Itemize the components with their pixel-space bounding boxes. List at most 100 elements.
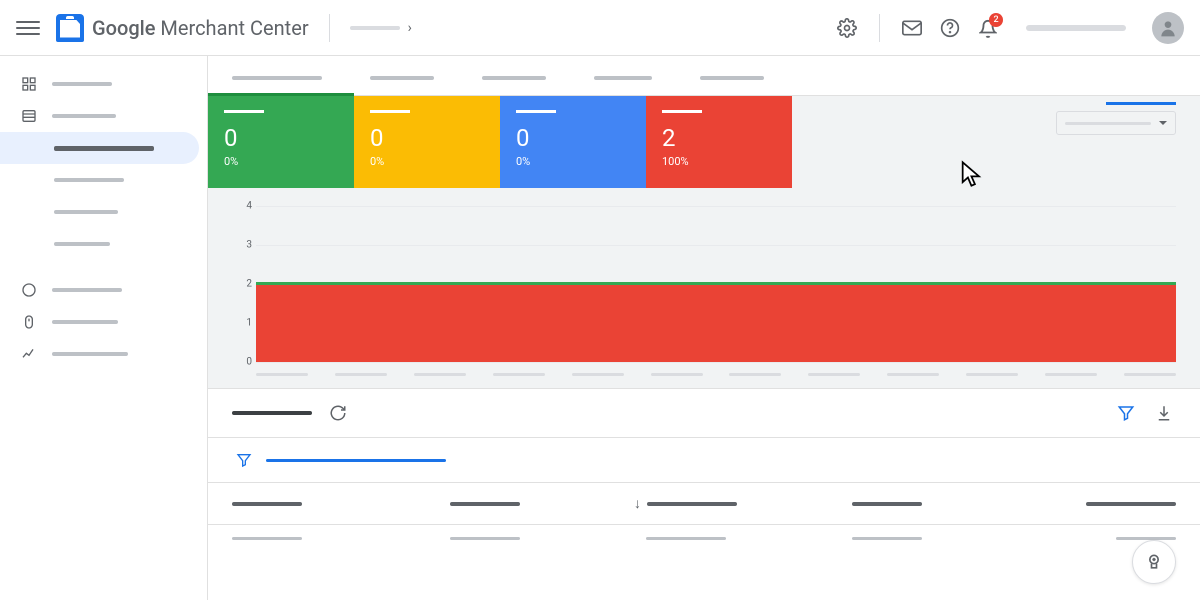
card-percent: 0% <box>516 155 630 168</box>
dropdown-value <box>1065 122 1151 125</box>
sidebar-item-label <box>54 146 154 151</box>
sidebar-item[interactable] <box>0 164 207 196</box>
chart-series-active <box>256 282 1176 285</box>
divider <box>879 14 880 42</box>
x-axis-tick <box>572 373 624 376</box>
card-label <box>370 110 410 113</box>
sidebar-item[interactable] <box>0 132 199 164</box>
sidebar-item-label <box>52 82 112 86</box>
logo[interactable]: Google Merchant Center <box>56 14 309 42</box>
sidebar-item-label <box>52 352 128 356</box>
column-header-label <box>450 502 520 506</box>
gridline <box>256 245 1176 246</box>
header-actions: 2 <box>835 12 1184 44</box>
sidebar <box>0 56 208 600</box>
help-icon[interactable] <box>938 16 962 40</box>
divider <box>329 14 330 42</box>
table-cell <box>597 537 774 540</box>
y-axis-tick: 0 <box>246 357 252 368</box>
sidebar-item[interactable] <box>0 228 207 260</box>
sidebar-item-label <box>52 114 116 118</box>
tab-label <box>482 76 546 80</box>
column-header-label <box>232 502 302 506</box>
download-icon[interactable] <box>1152 401 1176 425</box>
tab[interactable] <box>700 70 764 96</box>
sidebar-item[interactable] <box>0 338 207 370</box>
settings-icon[interactable] <box>835 16 859 40</box>
merchant-center-icon <box>56 14 84 42</box>
chart-series-disapproved <box>256 284 1176 362</box>
card-label <box>224 110 264 113</box>
list-icon <box>20 107 38 125</box>
mouse-icon <box>20 313 38 331</box>
x-axis-tick <box>651 373 703 376</box>
mail-icon[interactable] <box>900 16 924 40</box>
dropdown[interactable] <box>1056 111 1176 135</box>
status-card-yellow[interactable]: 00% <box>354 96 500 188</box>
card-label <box>516 110 556 113</box>
status-card-red[interactable]: 2100% <box>646 96 792 188</box>
refresh-icon[interactable] <box>326 401 350 425</box>
sidebar-item[interactable] <box>0 274 207 306</box>
x-axis-tick <box>414 373 466 376</box>
column-header[interactable]: ↓ <box>597 495 774 512</box>
filter-icon[interactable] <box>1114 401 1138 425</box>
card-percent: 0% <box>224 155 338 168</box>
x-axis-tick <box>887 373 939 376</box>
status-card-blue[interactable]: 00% <box>500 96 646 188</box>
tab-label <box>370 76 434 80</box>
x-axis-tick <box>493 373 545 376</box>
table-cell <box>798 537 975 540</box>
sidebar-item-label <box>54 178 124 182</box>
funnel-icon[interactable] <box>232 448 256 472</box>
column-header[interactable] <box>396 502 573 506</box>
card-percent: 100% <box>662 155 776 168</box>
card-value: 0 <box>370 125 484 151</box>
breadcrumb-item[interactable] <box>350 26 400 30</box>
grid-icon <box>20 75 38 93</box>
search-placeholder[interactable] <box>1026 25 1126 31</box>
logo-text: Google Merchant Center <box>92 16 309 40</box>
tab[interactable] <box>370 70 434 96</box>
status-section: 00%00%00%2100% 01234 <box>208 96 1200 388</box>
notification-badge: 2 <box>989 13 1003 27</box>
status-cards: 00%00%00%2100% <box>208 96 792 188</box>
table-header: ↓ <box>208 482 1200 524</box>
x-axis-tick <box>966 373 1018 376</box>
notifications-icon[interactable]: 2 <box>976 16 1000 40</box>
table-row[interactable] <box>208 524 1200 552</box>
chevron-right-icon: › <box>408 20 412 36</box>
toolbar-title <box>232 411 312 415</box>
filter-chip[interactable] <box>266 459 446 462</box>
feedback-fab[interactable] <box>1132 540 1176 584</box>
x-axis-tick <box>1124 373 1176 376</box>
x-axis-tick <box>729 373 781 376</box>
account-avatar[interactable] <box>1152 12 1184 44</box>
y-axis-tick: 2 <box>246 279 252 290</box>
sidebar-item[interactable] <box>0 68 207 100</box>
sidebar-item[interactable] <box>0 100 207 132</box>
column-header[interactable] <box>798 502 975 506</box>
tab-bar <box>208 56 1200 96</box>
main-content: 00%00%00%2100% 01234 <box>208 56 1200 600</box>
sidebar-item[interactable] <box>0 306 207 338</box>
sidebar-item[interactable] <box>0 196 207 228</box>
status-card-green[interactable]: 00% <box>208 96 354 188</box>
cell-value <box>450 537 520 540</box>
trend-icon <box>20 345 38 363</box>
chevron-down-icon <box>1159 121 1167 125</box>
tab[interactable] <box>594 70 652 96</box>
table-cell <box>232 537 372 540</box>
y-axis-tick: 1 <box>246 318 252 329</box>
column-header[interactable] <box>232 502 372 506</box>
breadcrumb[interactable]: › <box>350 20 412 36</box>
menu-icon[interactable] <box>16 16 40 40</box>
card-percent: 0% <box>370 155 484 168</box>
tab-label <box>700 76 764 80</box>
column-header-label <box>1086 502 1176 506</box>
tab[interactable] <box>482 70 546 96</box>
column-header[interactable] <box>999 502 1176 506</box>
gridline <box>256 206 1176 207</box>
tab-label <box>232 76 322 80</box>
tab-label <box>594 76 652 80</box>
